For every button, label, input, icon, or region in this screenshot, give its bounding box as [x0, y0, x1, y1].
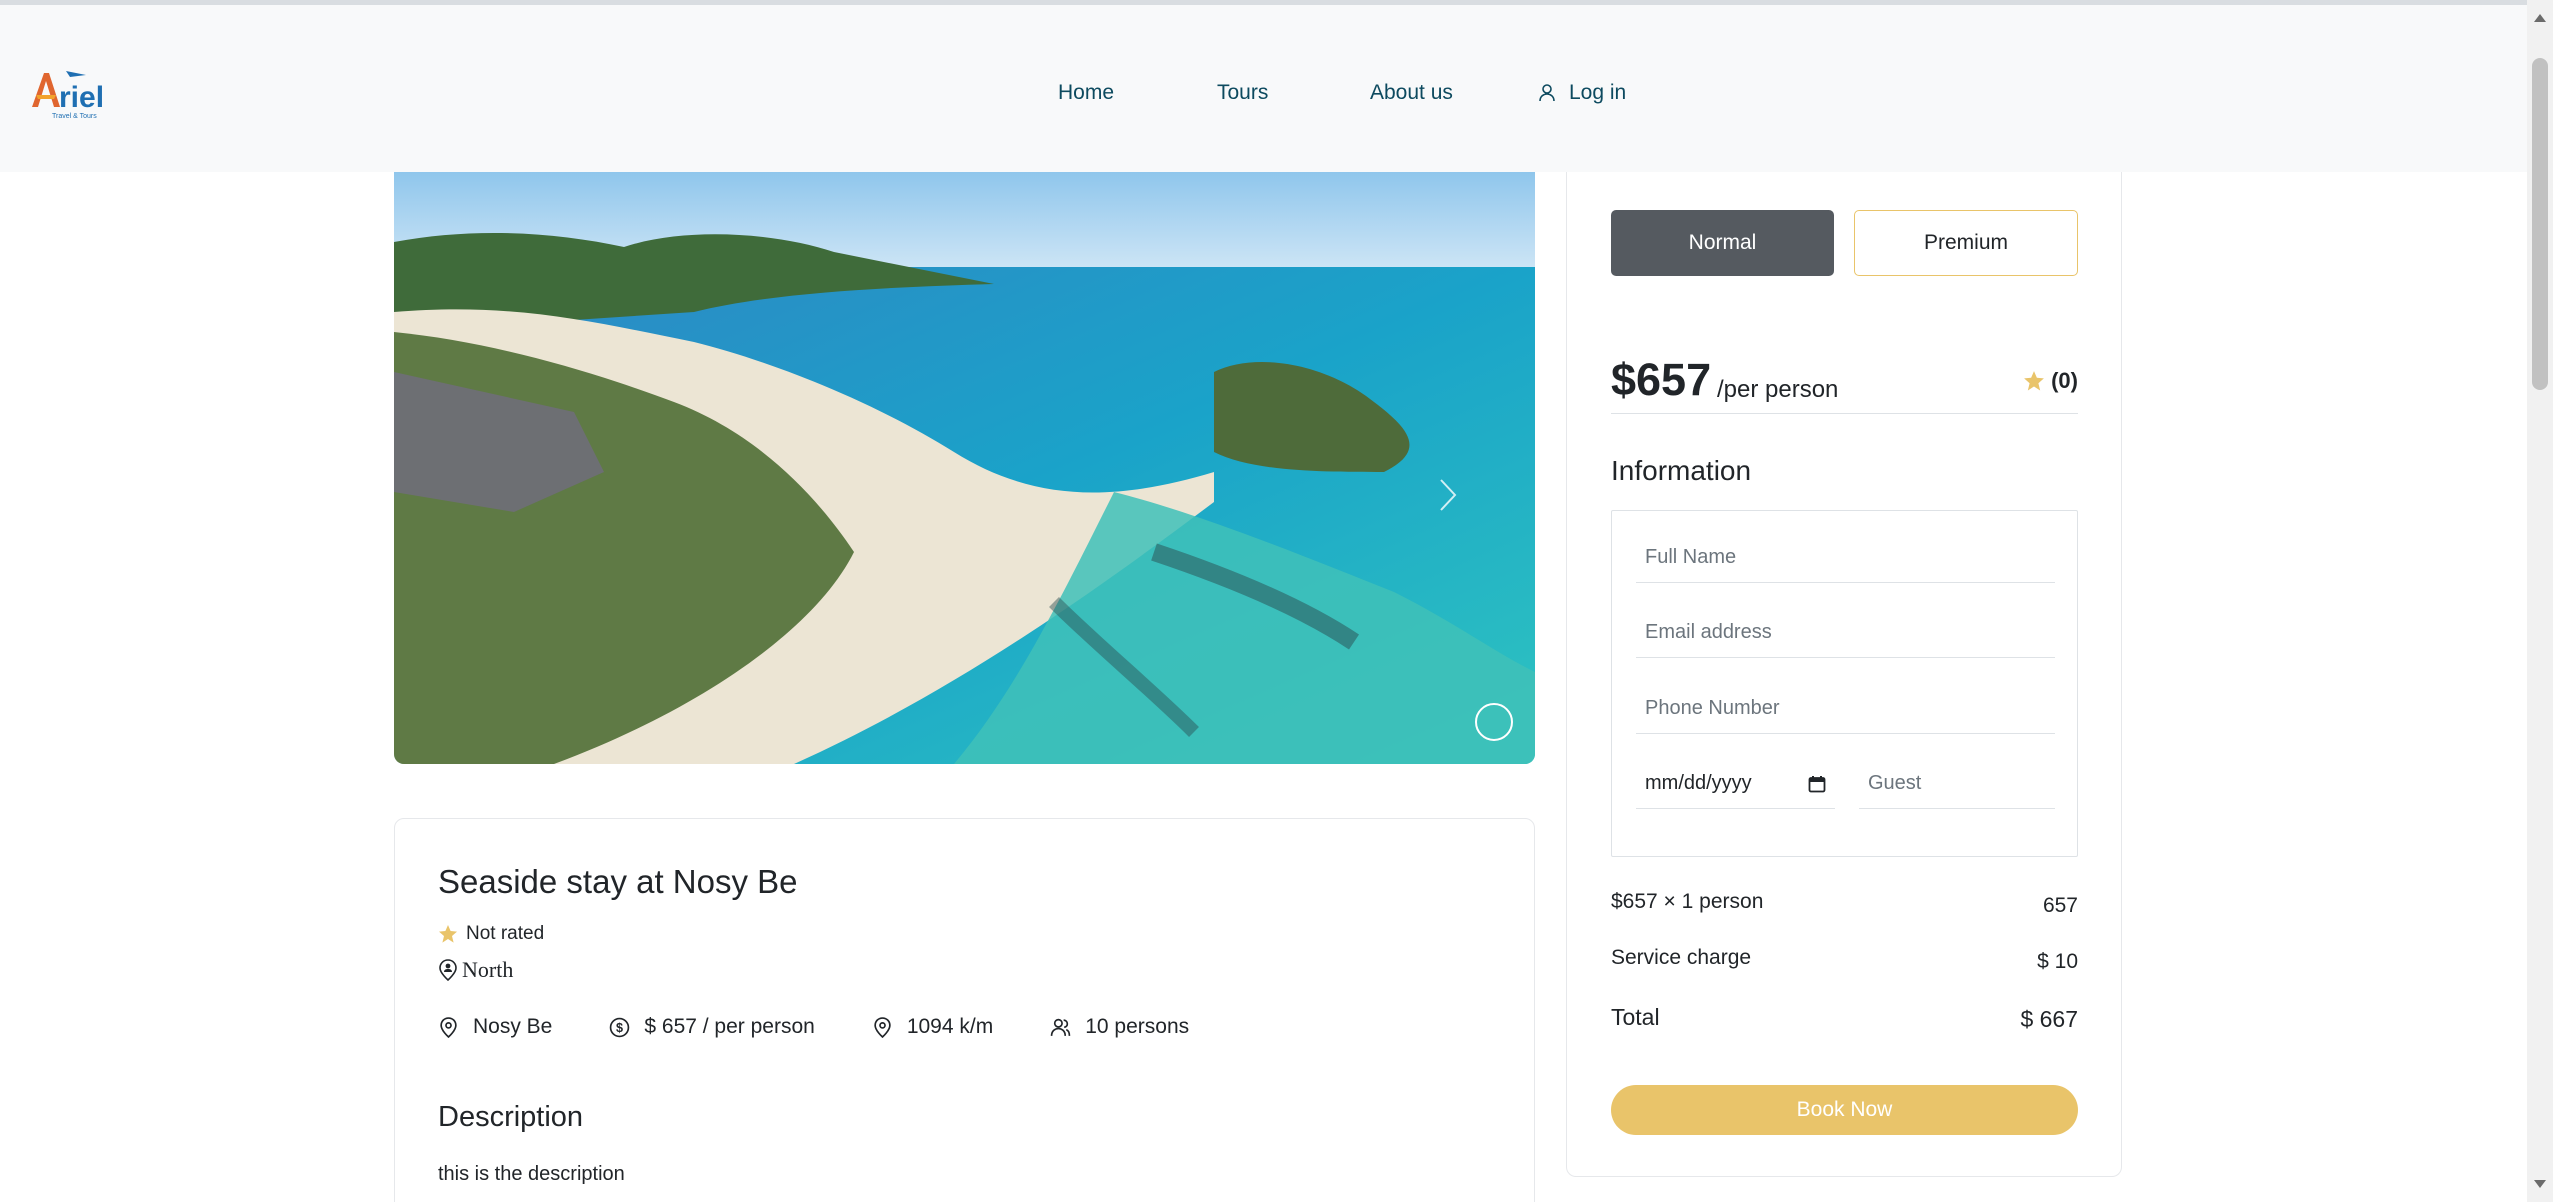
rating-count: (0) — [2051, 368, 2078, 393]
dollar-circle-icon: $ — [610, 1017, 630, 1037]
tour-region: North — [438, 957, 513, 983]
nav-home[interactable]: Home — [1058, 75, 1114, 111]
meta-group-size: 10 persons — [1050, 1015, 1189, 1039]
scroll-thumb[interactable] — [2532, 58, 2548, 390]
star-icon — [439, 925, 457, 943]
scroll-up-arrow-icon[interactable] — [2534, 14, 2546, 22]
price-row: $657 /per person (0) — [1611, 354, 2078, 414]
calc-service-value: $ 10 — [2037, 950, 2078, 973]
calendar-icon[interactable] — [1808, 775, 1826, 793]
page-scrollbar[interactable] — [2527, 0, 2553, 1202]
calc-subtotal-value: 657 — [2042, 894, 2078, 917]
nav-login-label: Log in — [1569, 81, 1627, 104]
beach-photo — [394, 172, 1535, 764]
tab-premium[interactable]: Premium — [1854, 210, 2078, 276]
tour-details-card: Seaside stay at Nosy Be Not rated North … — [394, 818, 1535, 1202]
meta-price-text: $ 657 / per person — [644, 1015, 815, 1038]
full-name-field[interactable] — [1636, 533, 2055, 583]
rating-text: Not rated — [466, 923, 545, 944]
tab-normal[interactable]: Normal — [1611, 210, 1834, 276]
email-field[interactable] — [1636, 608, 2055, 658]
calc-service-label: Service charge — [1611, 946, 1752, 969]
nav-about-us[interactable]: About us — [1370, 75, 1453, 111]
meta-location: Nosy Be — [438, 1015, 552, 1039]
calc-total-label: Total — [1611, 1004, 1660, 1030]
main-nav: Home Tours About us Log in — [0, 75, 2527, 111]
carousel-next-button[interactable] — [1428, 470, 1468, 520]
date-placeholder: mm/dd/yyyy — [1645, 772, 1752, 794]
tour-title: Seaside stay at Nosy Be — [438, 863, 798, 900]
description-text: this is the description — [438, 1163, 625, 1185]
nav-tours[interactable]: Tours — [1217, 75, 1268, 111]
booking-form: mm/dd/yyyy — [1611, 510, 2078, 857]
description-heading: Description — [438, 1101, 584, 1133]
booking-card: Normal Premium $657 /per person (0) Info… — [1566, 172, 2122, 1177]
region-text: North — [462, 957, 514, 982]
chevron-right-icon — [1440, 479, 1457, 511]
nav-login[interactable]: Log in — [1537, 75, 1626, 111]
meta-price: $ $ 657 / per person — [609, 1015, 815, 1039]
price-unit: /per person — [1717, 376, 1839, 403]
rating-summary: (0) — [2023, 368, 2078, 394]
meta-group-size-text: 10 persons — [1085, 1015, 1190, 1038]
svg-text:Travel & Tours: Travel & Tours — [52, 113, 97, 120]
site-header: riel Travel & Tours Home Tours About us … — [0, 5, 2527, 172]
user-icon — [1539, 84, 1555, 102]
calc-total-value: $ 667 — [2020, 1006, 2078, 1032]
calc-subtotal-label: $657 × 1 person — [1611, 890, 1764, 913]
map-pin-icon — [874, 1016, 891, 1038]
location-person-icon — [439, 959, 457, 981]
star-icon — [2024, 371, 2045, 391]
users-icon — [1050, 1018, 1071, 1036]
price-value: $657 — [1611, 354, 1712, 405]
meta-distance: 1094 k/m — [872, 1015, 993, 1039]
tour-rating: Not rated — [438, 923, 544, 945]
calc-total-row: Total $ 667 — [1611, 1004, 2078, 1033]
meta-location-text: Nosy Be — [473, 1015, 553, 1038]
calc-service-row: Service charge $ 10 — [1611, 946, 2078, 974]
information-heading: Information — [1611, 455, 1752, 486]
book-now-button[interactable]: Book Now — [1611, 1085, 2078, 1135]
scroll-down-arrow-icon[interactable] — [2534, 1180, 2546, 1188]
calc-subtotal-row: $657 × 1 person 657 — [1611, 890, 2078, 918]
map-pin-icon — [440, 1016, 457, 1038]
tour-hero-image — [394, 172, 1535, 764]
svg-text:$: $ — [616, 1021, 623, 1035]
tour-meta: Nosy Be $ $ 657 / per person 1094 k/m 10… — [438, 1015, 1246, 1039]
date-field[interactable]: mm/dd/yyyy — [1636, 759, 1835, 809]
guest-field[interactable] — [1859, 759, 2055, 809]
phone-field[interactable] — [1636, 684, 2055, 734]
meta-distance-text: 1094 k/m — [906, 1015, 994, 1038]
